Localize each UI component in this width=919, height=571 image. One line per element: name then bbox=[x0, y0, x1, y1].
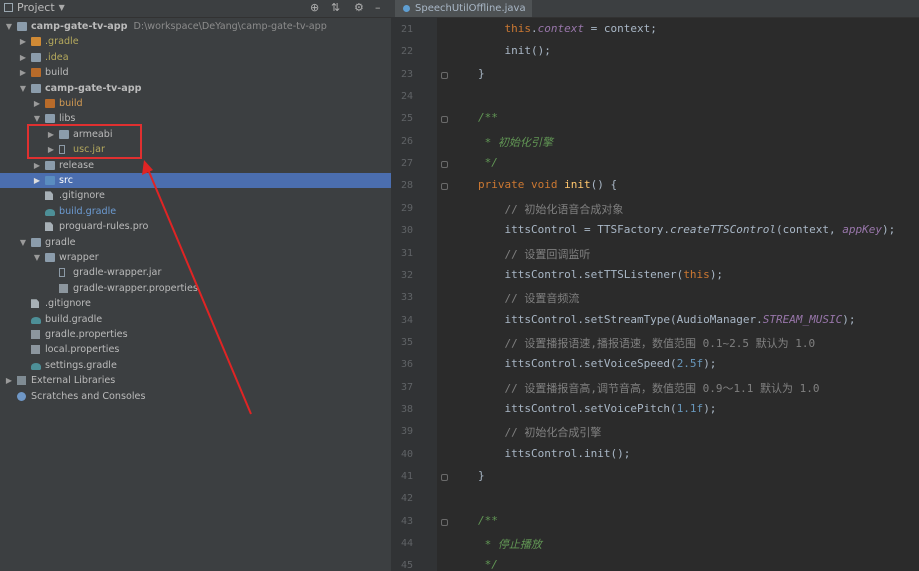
annotation-arrow bbox=[142, 160, 252, 415]
annotation-arrow-line bbox=[146, 166, 252, 415]
annotation-arrow-head bbox=[142, 160, 153, 175]
